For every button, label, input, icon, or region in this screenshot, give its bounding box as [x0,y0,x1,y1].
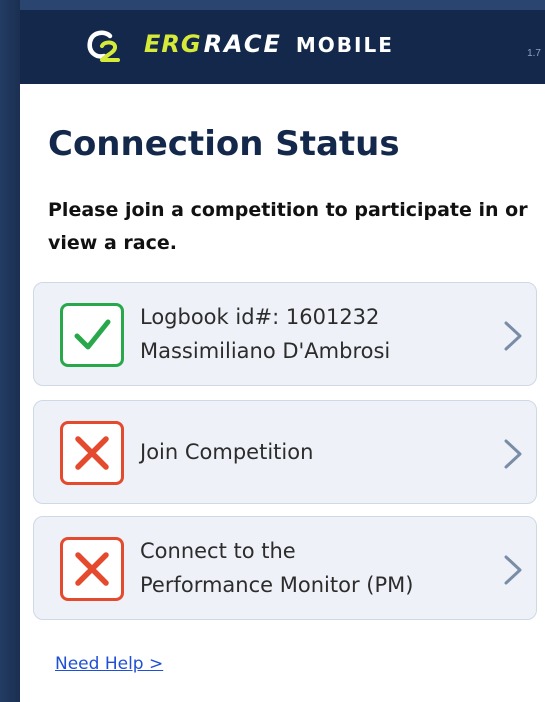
status-error-box [60,421,124,485]
status-ok-box [60,303,124,367]
c2-logo-icon [87,30,120,62]
logbook-id-label: Logbook id#: 1601232 [140,305,380,329]
join-competition-label: Join Competition [140,440,314,464]
logbook-user-name: Massimiliano D'Ambrosi [140,339,391,363]
connect-pm-line1: Connect to the [140,539,296,563]
intro-text: Please join a competition to participate… [48,199,528,254]
chevron-right-icon [504,439,522,469]
join-competition-card[interactable]: Join Competition [33,400,537,504]
app-header: ERG RACE MOBILE 1.7 [20,10,545,84]
x-icon [75,552,109,586]
connect-pm-line2: Performance Monitor (PM) [140,573,414,597]
join-competition-text: Join Competition [140,435,490,469]
brand-race: RACE [203,30,282,58]
check-icon [74,319,111,350]
logbook-status-text: Logbook id#: 1601232 Massimiliano D'Ambr… [140,300,490,368]
brand-wordmark: ERG RACE MOBILE [144,30,394,58]
logbook-status-card[interactable]: Logbook id#: 1601232 Massimiliano D'Ambr… [33,282,537,386]
window-left-frame [0,0,20,702]
page-title: Connection Status [48,124,400,164]
status-error-box [60,537,124,601]
brand-erg: ERG [144,30,202,58]
main-content: Connection Status Please join a competit… [20,84,545,702]
chevron-right-icon [504,321,522,351]
connect-pm-card[interactable]: Connect to the Performance Monitor (PM) [33,516,537,620]
window-top-frame [0,0,545,10]
connect-pm-text: Connect to the Performance Monitor (PM) [140,534,490,602]
x-icon [75,436,109,470]
need-help-link[interactable]: Need Help > [55,654,163,674]
version-label: 1.7 [527,48,541,59]
brand-mobile: MOBILE [295,33,394,57]
chevron-right-icon [504,555,522,585]
